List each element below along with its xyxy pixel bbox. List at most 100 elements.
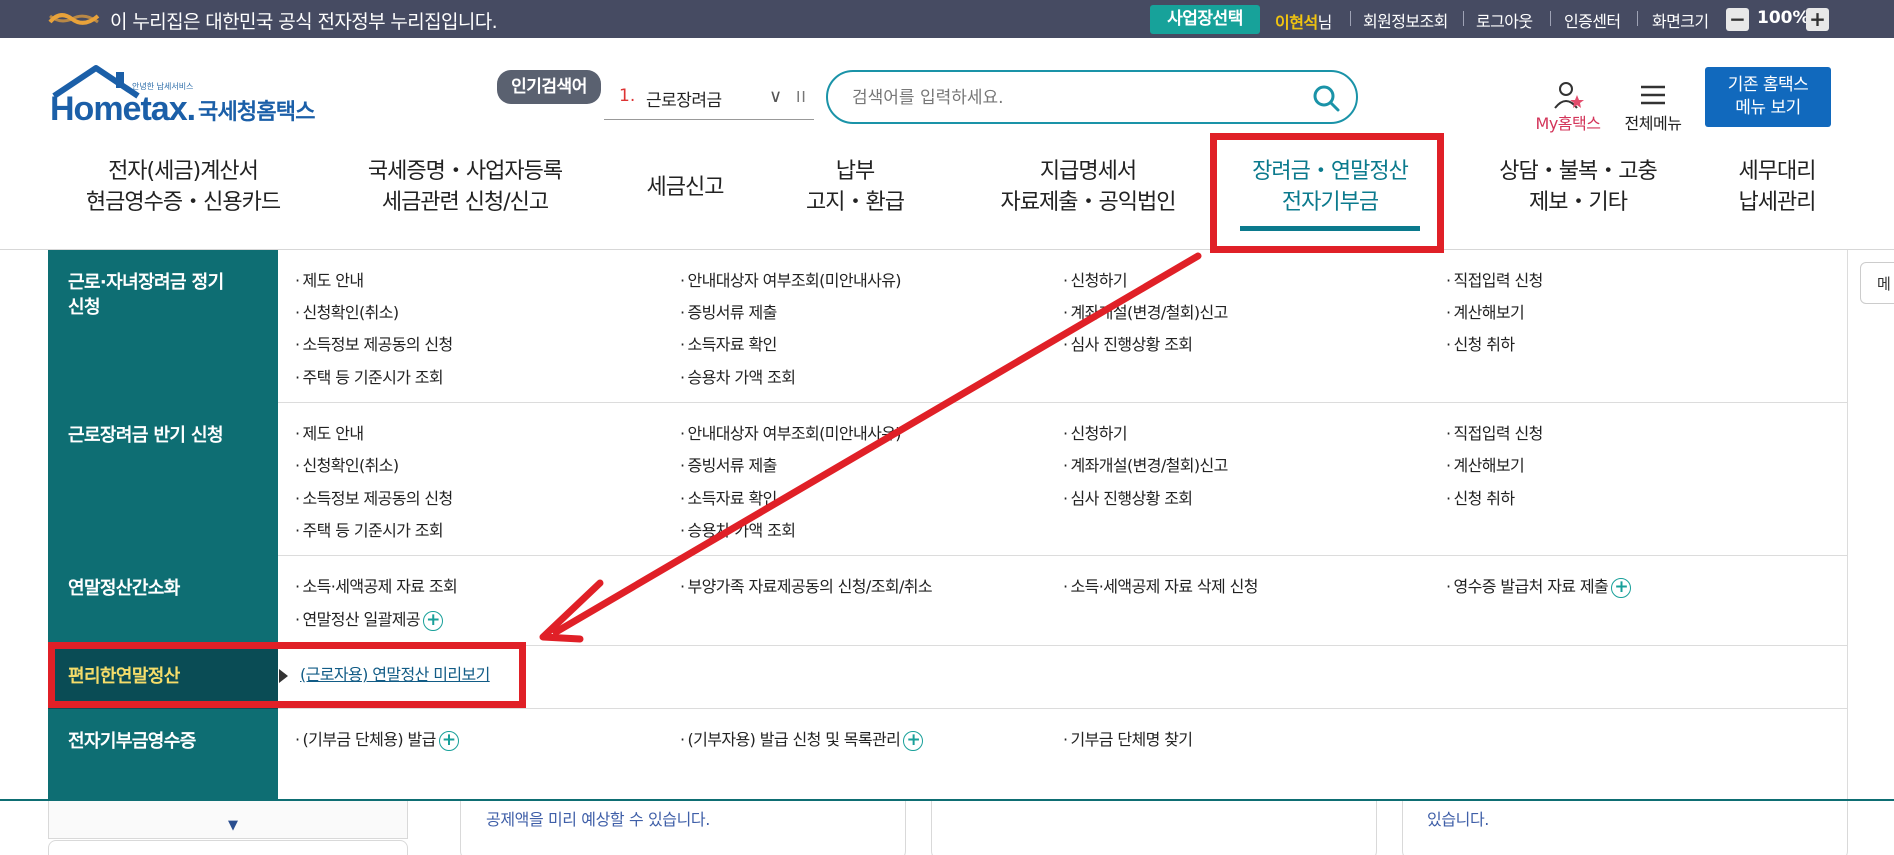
gnb-consultation[interactable]: 상담・불복・고충 제보・기타 [1478,156,1678,218]
menu-link[interactable]: 신청하기 [1063,267,1128,291]
row-divider [278,555,1848,556]
menu-link[interactable]: 신청 취하 [1446,485,1516,509]
left-panel-bottom [48,840,408,855]
row-divider [278,708,1848,709]
menu-link[interactable]: 연말정산 일괄제공+ [295,606,443,631]
menu-link-text: 영수증 발급처 자료 제출 [1453,577,1609,596]
menu-link[interactable]: 계산해보기 [1446,452,1525,476]
gnb-line1: 전자(세금)계산서 [108,159,259,184]
annotation-highlight-box [1210,133,1444,253]
menu-link[interactable]: 소득·세액공제 자료 삭제 신청 [1063,573,1259,597]
zoom-out-button[interactable]: − [1726,8,1749,31]
old-hometax-menu-button[interactable]: 기존 홈택스 메뉴 보기 [1705,67,1831,127]
menu-link[interactable]: 계좌개설(변경/철회)신고 [1063,452,1229,476]
user-icon [1554,82,1584,109]
popular-search-term[interactable]: 근로장려금 [646,86,722,111]
logout-link[interactable]: 로그아웃 [1476,8,1533,32]
triangle-down-icon[interactable]: ▼ [228,818,238,833]
logo-wordmark: Hometax. [50,90,196,128]
menu-link[interactable]: 심사 진행상황 조회 [1063,331,1194,355]
menu-link[interactable]: 소득·세액공제 자료 조회 [295,573,458,597]
all-menu-label: 전체메뉴 [1624,114,1682,133]
menu-link[interactable]: 신청확인(취소) [295,299,400,323]
pause-icon[interactable]: II [796,88,807,106]
popular-search-select[interactable]: 1. 근로장려금 ∨ II [604,80,814,120]
category-column [48,250,278,800]
old-hometax-line1: 기존 홈택스 [1727,75,1809,95]
gnb-tax-certificate[interactable]: 국세증명・사업자등록 세금관련 신청/신고 [355,156,575,218]
plus-circle-icon[interactable]: + [1611,577,1632,598]
content-card [931,801,1377,855]
category-half-year-incentive[interactable]: 근로장려금 반기 신청 [68,423,268,448]
menu-link[interactable]: 신청 취하 [1446,331,1516,355]
search-icon[interactable] [1312,84,1340,112]
popular-search-rank: 1. [619,86,636,106]
menu-link[interactable]: 신청하기 [1063,420,1128,444]
category-title-line2: 신청 [68,297,101,318]
menu-link[interactable]: 주택 등 기준시가 조회 [295,364,444,388]
menu-link[interactable]: 소득정보 제공동의 신청 [295,331,454,355]
gnb-line1: 세금신고 [646,175,725,200]
plus-circle-icon[interactable]: + [438,730,459,751]
row-divider [278,402,1848,403]
menu-link[interactable]: 계산해보기 [1446,299,1525,323]
menu-link[interactable]: 소득정보 제공동의 신청 [295,485,454,509]
menu-link[interactable]: 직접입력 신청 [1446,420,1544,444]
menu-link[interactable]: 소득자료 확인 [680,485,778,509]
hamburger-menu-icon [1641,85,1665,105]
menu-link[interactable]: 부양가족 자료제공동의 신청/조회/취소 [680,573,933,597]
menu-link[interactable]: 증빙서류 제출 [680,299,778,323]
member-info-link[interactable]: 회원정보조회 [1363,8,1448,32]
menu-link[interactable]: 증빙서류 제출 [680,452,778,476]
gnb-line1: 국세증명・사업자등록 [367,159,563,184]
category-regular-incentive[interactable]: 근로·자녀장려금 정기 신청 [68,270,268,320]
gnb-payment[interactable]: 납부 고지・환급 [790,156,920,218]
menu-link[interactable]: 심사 진행상황 조회 [1063,485,1194,509]
menu-link[interactable]: 제도 안내 [295,267,365,291]
plus-circle-icon[interactable]: + [903,730,924,751]
screen-size-label: 화면크기 [1652,12,1709,31]
certificate-center-link[interactable]: 인증센터 [1564,8,1621,32]
category-year-end-simplified[interactable]: 연말정산간소화 [68,576,268,601]
category-e-donation-receipt[interactable]: 전자기부금영수증 [68,729,268,754]
menu-link[interactable]: 소득자료 확인 [680,331,778,355]
menu-link-text: (기부자용) 발급 신청 및 목록관리 [687,730,901,749]
gnb-tax-agent[interactable]: 세무대리 납세관리 [1722,156,1832,218]
menu-link[interactable]: (기부금 단체용) 발급+ [295,726,459,751]
annotation-highlight-box [48,642,526,708]
separator [1637,11,1638,26]
logo-korean-name: 국세청홈택스 [198,100,315,125]
business-select-button[interactable]: 사업장선택 [1150,5,1260,34]
chevron-down-icon[interactable]: ∨ [769,86,782,107]
gnb-line2: 자료제출・공익법인 [1000,190,1177,215]
menu-link[interactable]: 주택 등 기준시가 조회 [295,517,444,541]
gnb-line2: 현금영수증・신용카드 [85,190,281,215]
gnb-line2: 제보・기타 [1529,190,1628,215]
menu-link[interactable]: 영수증 발급처 자료 제출+ [1446,573,1632,598]
search-input[interactable] [852,84,1292,112]
menu-link[interactable]: (기부자용) 발급 신청 및 목록관리+ [680,726,924,751]
all-menu-button[interactable]: 전체메뉴 [1612,80,1694,136]
gnb-tax-filing[interactable]: 세금신고 [630,172,740,203]
zoom-level: 100% [1757,8,1810,28]
menu-link[interactable]: 계좌개설(변경/철회)신고 [1063,299,1229,323]
separator [1350,11,1351,26]
menu-link[interactable]: 안내대상자 여부조회(미안내사유) [680,420,902,444]
menu-link[interactable]: 신청확인(취소) [295,452,400,476]
menu-link[interactable]: 승용차 가액 조회 [680,364,796,388]
menu-link[interactable]: 안내대상자 여부조회(미안내사유) [680,267,902,291]
side-menu-tab[interactable]: 메 [1860,262,1894,304]
menu-link[interactable]: 직접입력 신청 [1446,267,1544,291]
plus-circle-icon[interactable]: + [422,610,443,631]
menu-link[interactable]: 기부금 단체명 찾기 [1063,726,1194,750]
government-notice-text: 이 누리집은 대한민국 공식 전자정부 누리집입니다. [110,11,498,33]
zoom-in-button[interactable]: + [1806,8,1829,31]
gnb-line1: 세무대리 [1738,159,1817,184]
gnb-e-invoice[interactable]: 전자(세금)계산서 현금영수증・신용카드 [78,156,288,218]
menu-link[interactable]: 제도 안내 [295,420,365,444]
menu-link[interactable]: 승용차 가액 조회 [680,517,796,541]
hometax-logo[interactable]: 안녕한 납세서비스 Hometax. 국세청홈택스 [48,64,328,134]
menu-link-text: 연말정산 일괄제공 [302,610,421,629]
gnb-payment-statement[interactable]: 지급명세서 자료제출・공익법인 [978,156,1198,218]
my-hometax-button[interactable]: My홈택스 [1508,80,1628,136]
